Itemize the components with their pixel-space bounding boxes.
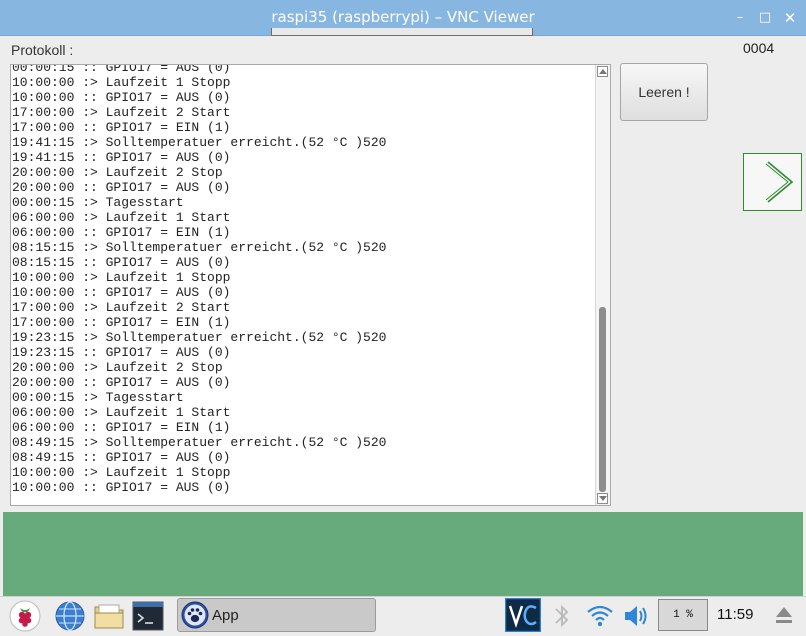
log-line: 17:00:00 :: GPIO17 = EIN (1) (12, 120, 231, 135)
log-line: 10:00:00 :: GPIO17 = AUS (0) (12, 285, 231, 300)
log-line: 20:00:00 :: GPIO17 = AUS (0) (12, 180, 231, 195)
log-line: 17:00:00 :> Laufzeit 2 Start (12, 105, 231, 120)
log-line: 20:00:00 :: GPIO17 = AUS (0) (12, 375, 231, 390)
log-line: 06:00:00 :: GPIO17 = EIN (1) (12, 420, 231, 435)
log-line: 19:23:15 :: GPIO17 = AUS (0) (12, 345, 231, 360)
title-bar[interactable]: raspi35 (raspberrypi) – VNC Viewer – □ ✕ (0, 0, 806, 36)
log-line: 08:15:15 :> Solltemperatuer erreicht.(52… (12, 240, 387, 255)
clock[interactable]: 11:59 (717, 606, 753, 623)
log-scrollbar[interactable] (595, 65, 610, 505)
bluetooth-icon[interactable] (553, 602, 571, 630)
log-line: 06:00:00 :: GPIO17 = EIN (1) (12, 225, 231, 240)
log-line: 17:00:00 :> Laufzeit 2 Start (12, 300, 231, 315)
clear-log-button[interactable]: Leeren ! (620, 63, 708, 121)
log-line: 20:00:00 :> Laufzeit 2 Stop (12, 165, 223, 180)
minimize-button[interactable]: – (732, 10, 748, 26)
log-line: 17:00:00 :: GPIO17 = EIN (1) (12, 315, 231, 330)
log-lines: 00:00:15 :: GPIO17 = AUS (0) 10:00:00 :> … (12, 64, 387, 495)
scroll-up-button[interactable] (597, 66, 608, 77)
log-line: 06:00:00 :> Laufzeit 1 Start (12, 210, 231, 225)
web-browser-icon[interactable] (54, 600, 86, 632)
log-line: 08:49:15 :> Solltemperatuer erreicht.(52… (12, 435, 387, 450)
log-line: 00:00:15 :> Tagesstart (12, 195, 184, 210)
log-line: 10:00:00 :> Laufzeit 1 Stopp (12, 465, 231, 480)
protokoll-label: Protokoll : (11, 42, 74, 58)
log-line: 00:00:15 :: GPIO17 = AUS (0) (12, 64, 231, 75)
next-page-button[interactable] (743, 153, 802, 211)
app-taskbar-label: App (212, 607, 239, 624)
app-taskbar-button[interactable]: App (177, 598, 376, 632)
taskbar: App 1 % 11:59 (0, 596, 806, 636)
vnc-viewer-window: raspi35 (raspberrypi) – VNC Viewer – □ ✕… (0, 0, 806, 596)
log-line: 06:00:00 :> Laufzeit 1 Start (12, 405, 231, 420)
paw-icon (181, 601, 209, 629)
log-line: 10:00:00 :: GPIO17 = AUS (0) (12, 90, 231, 105)
log-line: 00:00:15 :> Tagesstart (12, 390, 184, 405)
log-line: 10:00:00 :: GPIO17 = AUS (0) (12, 480, 231, 495)
entry-counter: 0004 (743, 40, 775, 56)
maximize-button[interactable]: □ (757, 10, 773, 26)
raspberry-menu-icon[interactable] (9, 600, 41, 632)
terminal-icon[interactable] (132, 600, 164, 632)
protokoll-log[interactable]: 00:00:15 :: GPIO17 = AUS (0) 10:00:00 :> … (10, 64, 611, 506)
status-panel (3, 512, 803, 596)
log-line: 19:41:15 :> Solltemperatuer erreicht.(52… (12, 135, 387, 150)
log-line: 19:41:15 :: GPIO17 = AUS (0) (12, 150, 231, 165)
scroll-thumb[interactable] (599, 307, 606, 492)
log-line: 10:00:00 :> Laufzeit 1 Stopp (12, 75, 231, 90)
log-line: 10:00:00 :> Laufzeit 1 Stopp (12, 270, 231, 285)
eject-icon[interactable] (772, 603, 796, 627)
chevron-right-icon (765, 161, 794, 203)
scroll-down-button[interactable] (597, 493, 608, 504)
log-line: 08:15:15 :: GPIO17 = AUS (0) (12, 255, 231, 270)
cpu-usage-monitor[interactable]: 1 % (658, 599, 708, 631)
volume-icon[interactable] (622, 602, 652, 630)
file-manager-icon[interactable] (93, 601, 125, 631)
vnc-toolbar-handle[interactable] (271, 28, 533, 36)
log-line: 20:00:00 :> Laufzeit 2 Stop (12, 360, 223, 375)
log-line: 08:49:15 :: GPIO17 = AUS (0) (12, 450, 231, 465)
cpu-usage-label: 1 % (673, 609, 693, 621)
log-line: 19:23:15 :> Solltemperatuer erreicht.(52… (12, 330, 387, 345)
vnc-icon[interactable] (505, 598, 541, 632)
close-button[interactable]: ✕ (782, 10, 798, 26)
wifi-icon[interactable] (586, 602, 614, 628)
